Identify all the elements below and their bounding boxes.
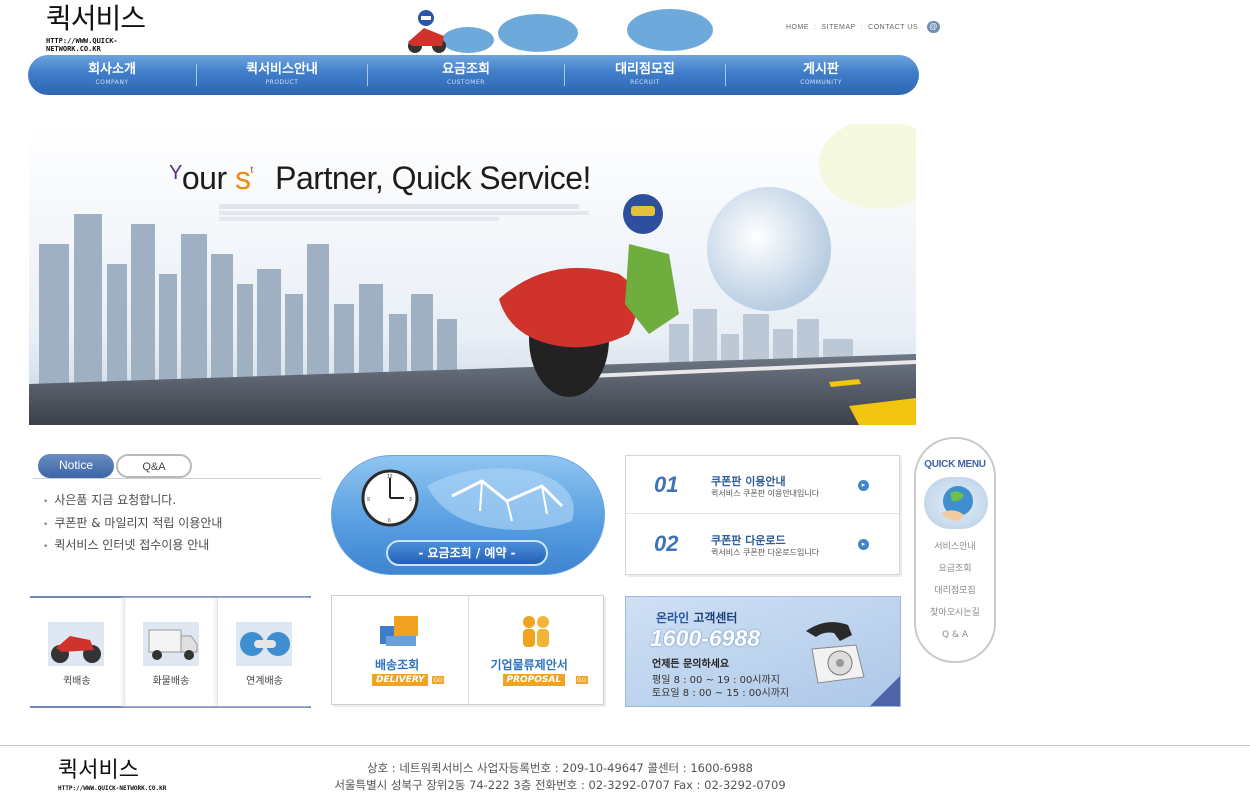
tab-notice[interactable]: Notice bbox=[38, 454, 114, 478]
freight-delivery-link[interactable]: 화물배송 bbox=[123, 598, 218, 706]
svg-text:6: 6 bbox=[388, 518, 391, 524]
svg-text:3: 3 bbox=[409, 497, 412, 503]
contact-us-link[interactable]: CONTACT US bbox=[868, 24, 918, 31]
logo-url: HTTP://WWW.QUICK-NETWORK.CO.KR bbox=[46, 37, 118, 53]
arrow-right-icon: ▸ bbox=[858, 480, 869, 491]
coupon-number: 01 bbox=[654, 472, 679, 497]
truck-icon bbox=[142, 622, 199, 666]
customer-center: 온라인 고객센터 1600-6988 언제든 문의하세요 평일 8 : 00 ~… bbox=[625, 596, 901, 707]
footer-logo: 퀵서비스 HTTP://WWW.QUICK-NETWORK.CO.KR bbox=[58, 758, 167, 792]
notice-list: • 사은품 지금 요청합니다. • 쿠폰판 & 마일리지 적립 이용안내 • 퀵서비스… bbox=[33, 489, 321, 557]
footer-line-2: 서울특별시 성북구 장위2동 74-222 3층 전화번호 : 02-3292-… bbox=[334, 778, 786, 792]
footer-line-1: 상호 : 네트워퀵서비스 사업자등록번호 : 209-10-49647 콜센터 … bbox=[366, 761, 754, 775]
sitemap-link[interactable]: SITEMAP bbox=[821, 24, 855, 31]
quick-menu: QUICK MENU 서비스안내 요금조회 대리점모집 찾아오시는길 Q & A bbox=[914, 437, 996, 663]
go-badge: GO bbox=[574, 675, 589, 685]
rate-reservation-button[interactable]: - 요금조회 / 예약 - bbox=[386, 540, 548, 566]
nav-community[interactable]: 게시판 COMMUNITY bbox=[726, 55, 916, 95]
package-icon bbox=[380, 616, 418, 646]
quick-menu-item[interactable]: 찾아오시는길 bbox=[916, 603, 994, 625]
customer-center-title: 온라인 고객센터 bbox=[656, 611, 738, 625]
home-link[interactable]: HOME bbox=[786, 24, 809, 31]
footer-info: 상호 : 네트워퀵서비스 사업자등록번호 : 209-10-49647 콜센터 … bbox=[300, 760, 820, 794]
quick-delivery-link[interactable]: 퀵배송 bbox=[30, 598, 124, 706]
quick-menu-item[interactable]: 요금조회 bbox=[916, 559, 994, 581]
arrow-right-icon: ▸ bbox=[858, 539, 869, 550]
motorcycle-icon bbox=[48, 622, 104, 666]
nav-customer[interactable]: 요금조회 CUSTOMER bbox=[368, 55, 564, 95]
delivery-tracking-link[interactable]: 배송조회 DELIVERY GO bbox=[332, 596, 468, 704]
site-logo[interactable]: 퀵서비스 HTTP://WWW.QUICK-NETWORK.CO.KR bbox=[46, 2, 166, 53]
corner-decoration bbox=[870, 676, 900, 706]
coupon-box: 01 쿠폰판 이용안내 퀵서비스 쿠폰판 이용안내입니다 ▸ 02 쿠폰판 다운… bbox=[625, 455, 900, 575]
top-links: HOME : SITEMAP : CONTACT US @ bbox=[786, 21, 946, 33]
quick-menu-item[interactable]: 서비스안내 bbox=[916, 537, 994, 559]
globe-connect-icon bbox=[236, 622, 293, 666]
svg-text:12: 12 bbox=[387, 474, 393, 480]
board-tabs: Notice Q&A bbox=[33, 454, 321, 479]
go-badge: GO bbox=[431, 675, 445, 685]
quick-menu-item[interactable]: Q & A bbox=[916, 625, 994, 647]
telephone-icon bbox=[806, 622, 865, 684]
globe-icon bbox=[924, 477, 988, 529]
hero-fine-print bbox=[219, 204, 599, 221]
nav-company[interactable]: 회사소개 COMPANY bbox=[28, 55, 196, 95]
rate-reservation-panel: 12 3 6 9 - 요금조회 / 예약 - bbox=[331, 455, 605, 575]
people-icon bbox=[522, 616, 549, 647]
nav-product[interactable]: 퀵서비스안내 PRODUCT bbox=[197, 55, 367, 95]
service-links: 배송조회 DELIVERY GO 기업물류제안서 PROPOSAL GO bbox=[331, 595, 604, 705]
coupon-number: 02 bbox=[654, 531, 679, 556]
delivery-types: 퀵배송 화물배송 연계배송 bbox=[30, 596, 311, 708]
notice-board: Notice Q&A • 사은품 지금 요청합니다. • 쿠폰판 & 마일리지 적립… bbox=[33, 454, 321, 564]
quick-menu-item[interactable]: 대리점모집 bbox=[916, 581, 994, 603]
main-nav: 회사소개 COMPANY 퀵서비스안내 PRODUCT 요금조회 CUSTOME… bbox=[28, 55, 919, 95]
coupon-guide-link[interactable]: 01 쿠폰판 이용안내 퀵서비스 쿠폰판 이용안내입니다 ▸ bbox=[626, 456, 899, 514]
header-rider-illustration bbox=[404, 6, 714, 54]
svg-text:9: 9 bbox=[367, 497, 370, 503]
saturday-hours: 토요일 8 : 00 ~ 15 : 00시까지 bbox=[652, 688, 790, 699]
phone-number: 1600-6988 bbox=[650, 625, 760, 651]
hero-headline: Your st Partner, Quick Service! bbox=[169, 160, 591, 196]
tab-qna[interactable]: Q&A bbox=[116, 454, 192, 478]
corporate-proposal-link[interactable]: 기업물류제안서 PROPOSAL GO bbox=[467, 596, 604, 704]
quick-menu-list: 서비스안내 요금조회 대리점모집 찾아오시는길 Q & A bbox=[916, 537, 994, 647]
list-item[interactable]: • 쿠폰판 & 마일리지 적립 이용안내 bbox=[43, 512, 321, 535]
linked-delivery-link[interactable]: 연계배송 bbox=[217, 598, 311, 706]
hero-banner: Your st Partner, Quick Service! bbox=[29, 124, 916, 425]
list-item[interactable]: • 사은품 지금 요청합니다. bbox=[43, 489, 321, 512]
list-item[interactable]: • 퀵서비스 인터넷 접수이용 안내 bbox=[43, 534, 321, 557]
email-icon[interactable]: @ bbox=[927, 21, 940, 33]
coupon-download-link[interactable]: 02 쿠폰판 다운로드 퀵서비스 쿠폰판 다운로드입니다 ▸ bbox=[626, 515, 899, 573]
logo-text: 퀵서비스 bbox=[46, 2, 146, 35]
quick-menu-title: QUICK MENU bbox=[924, 459, 986, 470]
footer-divider bbox=[0, 745, 1250, 746]
nav-recruit[interactable]: 대리점모집 RECRUIT bbox=[565, 55, 725, 95]
